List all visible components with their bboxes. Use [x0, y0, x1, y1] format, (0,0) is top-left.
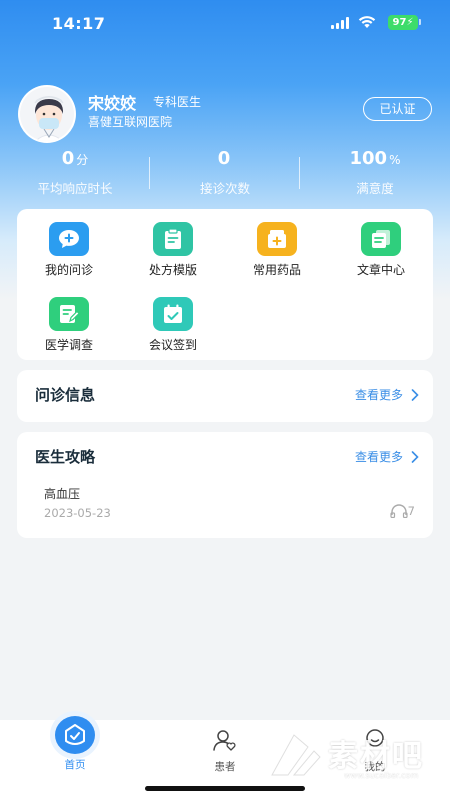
func-label: 文章中心: [356, 263, 405, 277]
wifi-icon: [358, 16, 376, 28]
func-label: 我的问诊: [44, 263, 93, 277]
func-meeting-checkin[interactable]: 会议签到: [121, 297, 225, 353]
home-shield-icon: [55, 716, 95, 754]
consultation-info-card: 问诊信息 查看更多: [17, 370, 433, 422]
watermark-logo-icon: [271, 734, 321, 776]
section-title: 问诊信息: [35, 386, 96, 404]
func-label: 会议签到: [148, 338, 197, 352]
section-title: 医生攻略: [35, 448, 96, 466]
func-article-center[interactable]: 文章中心: [329, 222, 433, 278]
doctor-hospital: 喜健互联网医院: [88, 115, 173, 129]
chevron-right-icon: [411, 450, 419, 463]
func-medical-survey[interactable]: 医学调查: [17, 297, 121, 353]
tab-label: 首页: [64, 759, 86, 771]
stat-avg-response: 0分 平均响应时长: [0, 148, 150, 197]
headphones-icon: [390, 504, 408, 518]
tab-home[interactable]: 首页: [15, 716, 135, 772]
battery-cap: [419, 19, 421, 25]
article-title: 高血压: [44, 487, 81, 501]
consult-more-link[interactable]: 查看更多: [355, 386, 419, 403]
stat-label: 满意度: [356, 181, 394, 196]
more-label: 查看更多: [354, 388, 403, 402]
stat-label: 平均响应时长: [37, 181, 113, 196]
guide-more-link[interactable]: 查看更多: [355, 448, 419, 465]
func-prescription-template[interactable]: 处方模版: [121, 222, 225, 278]
cellular-signal-icon: [331, 17, 349, 29]
status-time: 14:17: [52, 14, 106, 33]
doctor-name: 宋姣姣: [88, 94, 137, 113]
medicine-box-icon: [257, 222, 297, 256]
stat-satisfaction: 100% 满意度: [300, 148, 450, 197]
watermark-url: www.sucaibar.com: [344, 771, 419, 780]
battery-indicator: 97⚡: [388, 15, 418, 30]
stat-value: 100: [349, 148, 388, 169]
stat-value: 0: [61, 148, 75, 169]
stat-label: 接诊次数: [199, 181, 250, 196]
func-label: 医学调查: [44, 338, 93, 352]
stat-value: 0: [217, 148, 231, 169]
chat-plus-icon: [49, 222, 89, 256]
survey-edit-icon: [49, 297, 89, 331]
watermark-text: 素材吧: [328, 739, 424, 774]
battery-level: 97: [392, 17, 407, 28]
more-label: 查看更多: [354, 450, 403, 464]
func-common-medicine[interactable]: 常用药品: [225, 222, 329, 278]
doctor-avatar[interactable]: [18, 85, 76, 143]
stat-visit-count: 0 接诊次数: [150, 148, 300, 197]
patient-icon: [213, 730, 236, 751]
clipboard-icon: [153, 222, 193, 256]
home-indicator: [145, 786, 305, 791]
article-views: 7: [390, 504, 415, 518]
func-label: 常用药品: [252, 263, 301, 277]
verified-button[interactable]: 已认证: [363, 97, 432, 121]
doctor-title: 专科医生: [153, 95, 202, 109]
documents-icon: [361, 222, 401, 256]
chevron-right-icon: [411, 388, 419, 401]
function-grid-card: 我的问诊 处方模版 常用药品 文章中心 医学调查 会议签到: [17, 209, 433, 360]
status-bar: 14:17 97⚡: [0, 0, 450, 48]
views-count: 7: [407, 504, 415, 518]
stat-unit: 分: [76, 153, 89, 167]
calendar-check-icon: [153, 297, 193, 331]
func-label: 处方模版: [148, 263, 197, 277]
stat-unit: %: [389, 153, 401, 167]
article-date: 2023-05-23: [44, 506, 111, 520]
func-my-consultation[interactable]: 我的问诊: [17, 222, 121, 278]
watermark: 素材吧 www.sucaibar.com: [262, 727, 442, 785]
doctor-guide-card: 医生攻略 查看更多 高血压 2023-05-23 7: [17, 432, 433, 538]
